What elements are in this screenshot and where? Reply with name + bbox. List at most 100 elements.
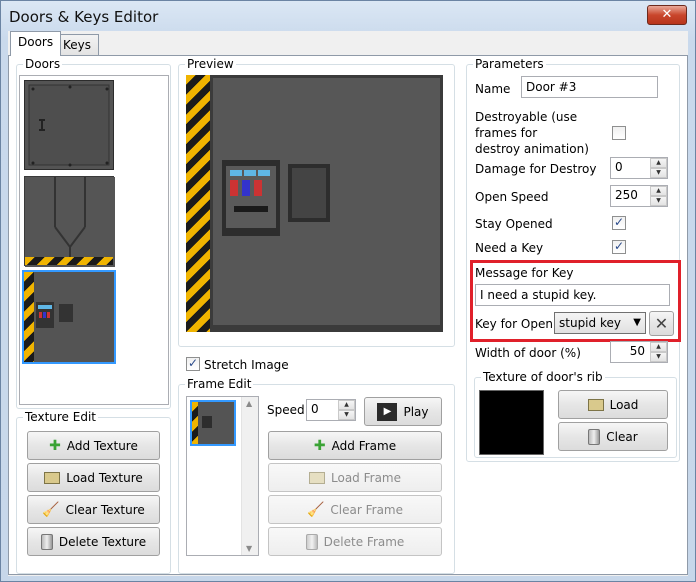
trash-icon <box>40 533 53 550</box>
key-for-open-value: stupid key <box>559 316 621 330</box>
frame-panel-art <box>202 416 212 428</box>
destroyable-checkbox[interactable] <box>612 126 626 140</box>
door-2-art <box>25 177 115 267</box>
load-frame-button[interactable]: Load Frame <box>268 463 442 492</box>
rib-texture-label: Texture of door's rib <box>481 370 605 384</box>
preview-image <box>186 75 443 332</box>
scroll-up-icon: ▲ <box>246 399 253 408</box>
broom-icon: 🧹 <box>306 501 325 518</box>
tab-keys[interactable]: Keys <box>55 34 100 56</box>
delete-texture-button[interactable]: Delete Texture <box>27 527 160 556</box>
editor-window: Doors & Keys Editor ✕ Doors Keys Doors T… <box>0 0 696 582</box>
speed-spinbox[interactable]: 0 ▲ ▼ <box>306 399 356 421</box>
check-icon: ✓ <box>613 239 625 253</box>
preview-panel-art <box>222 160 330 236</box>
door-thumbnail-2[interactable] <box>24 176 115 267</box>
rib-texture-preview <box>479 390 544 455</box>
stretch-image-checkbox[interactable]: ✓ <box>186 357 200 371</box>
door-thumbnail-3-selected[interactable] <box>22 270 116 364</box>
stay-opened-checkbox[interactable]: ✓ <box>612 216 626 230</box>
need-key-checkbox[interactable]: ✓ <box>612 240 626 254</box>
message-for-key-label: Message for Key <box>475 266 574 280</box>
title-bar: Doors & Keys Editor ✕ <box>1 1 695 31</box>
add-frame-button[interactable]: ✚ Add Frame <box>268 431 442 460</box>
plus-icon: ✚ <box>49 437 61 454</box>
scroll-down-icon: ▼ <box>246 544 253 553</box>
broom-icon: 🧹 <box>42 501 60 518</box>
message-for-key-input[interactable]: I need a stupid key. <box>475 284 670 306</box>
delete-frame-label: Delete Frame <box>323 534 405 549</box>
add-frame-label: Add Frame <box>331 438 397 453</box>
spin-down-icon[interactable]: ▼ <box>650 352 667 362</box>
rib-load-label: Load <box>609 397 639 412</box>
check-icon: ✓ <box>613 215 625 229</box>
spin-down-icon[interactable]: ▼ <box>650 168 667 178</box>
door-3-panel-art <box>36 302 73 328</box>
load-texture-button[interactable]: Load Texture <box>27 463 160 492</box>
folder-icon <box>309 471 325 484</box>
door-2-hazard-stripe <box>25 257 113 265</box>
open-speed-label: Open Speed <box>475 190 549 204</box>
frame-thumbnail-1[interactable] <box>190 400 236 446</box>
destroyable-label-line-3: destroy animation) <box>475 142 589 156</box>
tab-doors[interactable]: Doors <box>10 31 62 56</box>
play-button[interactable]: ▶ Play <box>364 397 442 426</box>
damage-spinbox[interactable]: 0 ▲ ▼ <box>610 157 668 179</box>
door-thumbnail-1[interactable] <box>24 80 114 170</box>
window-title: Doors & Keys Editor <box>9 8 159 26</box>
clear-frame-label: Clear Frame <box>330 502 404 517</box>
width-spinbox[interactable]: 50 ▲ ▼ <box>610 341 668 363</box>
frames-scrollbar[interactable]: ▲ ▼ <box>241 397 258 555</box>
dropdown-arrow-icon: ▼ <box>633 317 641 328</box>
doors-tab-panel: Doors Texture Edit ✚ Add Texture Load Te… <box>8 55 688 575</box>
texture-edit-label: Texture Edit <box>23 410 98 424</box>
stretch-image-label: Stretch Image <box>204 358 289 372</box>
key-for-open-select[interactable]: stupid key ▼ <box>554 312 646 334</box>
clear-texture-label: Clear Texture <box>65 502 145 517</box>
frame-edit-label: Frame Edit <box>185 377 254 391</box>
rib-clear-label: Clear <box>606 429 638 444</box>
parameters-label: Parameters <box>473 57 546 71</box>
clear-texture-button[interactable]: 🧹 Clear Texture <box>27 495 160 524</box>
spin-up-icon[interactable]: ▲ <box>650 158 667 168</box>
folder-icon <box>44 471 61 484</box>
open-speed-value: 250 <box>615 188 638 202</box>
clear-frame-button[interactable]: 🧹 Clear Frame <box>268 495 442 524</box>
add-texture-label: Add Texture <box>66 438 138 453</box>
name-label: Name <box>475 82 511 96</box>
close-icon: ✕ <box>661 7 673 22</box>
key-for-open-label: Key for Open <box>475 317 553 331</box>
plus-icon: ✚ <box>313 437 326 454</box>
spin-down-icon[interactable]: ▼ <box>338 410 355 420</box>
load-frame-label: Load Frame <box>331 470 401 485</box>
damage-label: Damage for Destroy <box>475 162 597 176</box>
delete-frame-button[interactable]: Delete Frame <box>268 527 442 556</box>
width-label: Width of door (%) <box>475 346 581 360</box>
add-texture-button[interactable]: ✚ Add Texture <box>27 431 160 460</box>
close-button[interactable]: ✕ <box>647 5 687 25</box>
folder-icon <box>587 398 604 411</box>
spin-up-icon[interactable]: ▲ <box>650 342 667 352</box>
speed-label: Speed <box>267 403 305 417</box>
play-label: Play <box>403 404 429 419</box>
doors-group-label: Doors <box>23 57 63 71</box>
name-input[interactable]: Door #3 <box>521 76 658 98</box>
delete-texture-label: Delete Texture <box>58 534 147 549</box>
rib-load-button[interactable]: Load <box>558 390 668 419</box>
rib-clear-button[interactable]: Clear <box>558 422 668 451</box>
tab-bar: Doors Keys <box>8 31 688 56</box>
width-value: 50 <box>629 344 645 358</box>
close-icon: ✕ <box>654 314 669 333</box>
spin-up-icon[interactable]: ▲ <box>338 400 355 410</box>
load-texture-label: Load Texture <box>66 470 143 485</box>
damage-value: 0 <box>615 160 623 174</box>
door-3-hazard-stripe <box>24 272 34 362</box>
need-key-label: Need a Key <box>475 241 544 255</box>
door-1-art <box>28 84 110 167</box>
spin-down-icon[interactable]: ▼ <box>650 196 667 206</box>
doors-list[interactable] <box>19 75 169 405</box>
spin-up-icon[interactable]: ▲ <box>650 186 667 196</box>
open-speed-spinbox[interactable]: 250 ▲ ▼ <box>610 185 668 207</box>
clear-key-button[interactable]: ✕ <box>649 311 674 336</box>
frames-list[interactable]: ▲ ▼ <box>186 396 259 556</box>
